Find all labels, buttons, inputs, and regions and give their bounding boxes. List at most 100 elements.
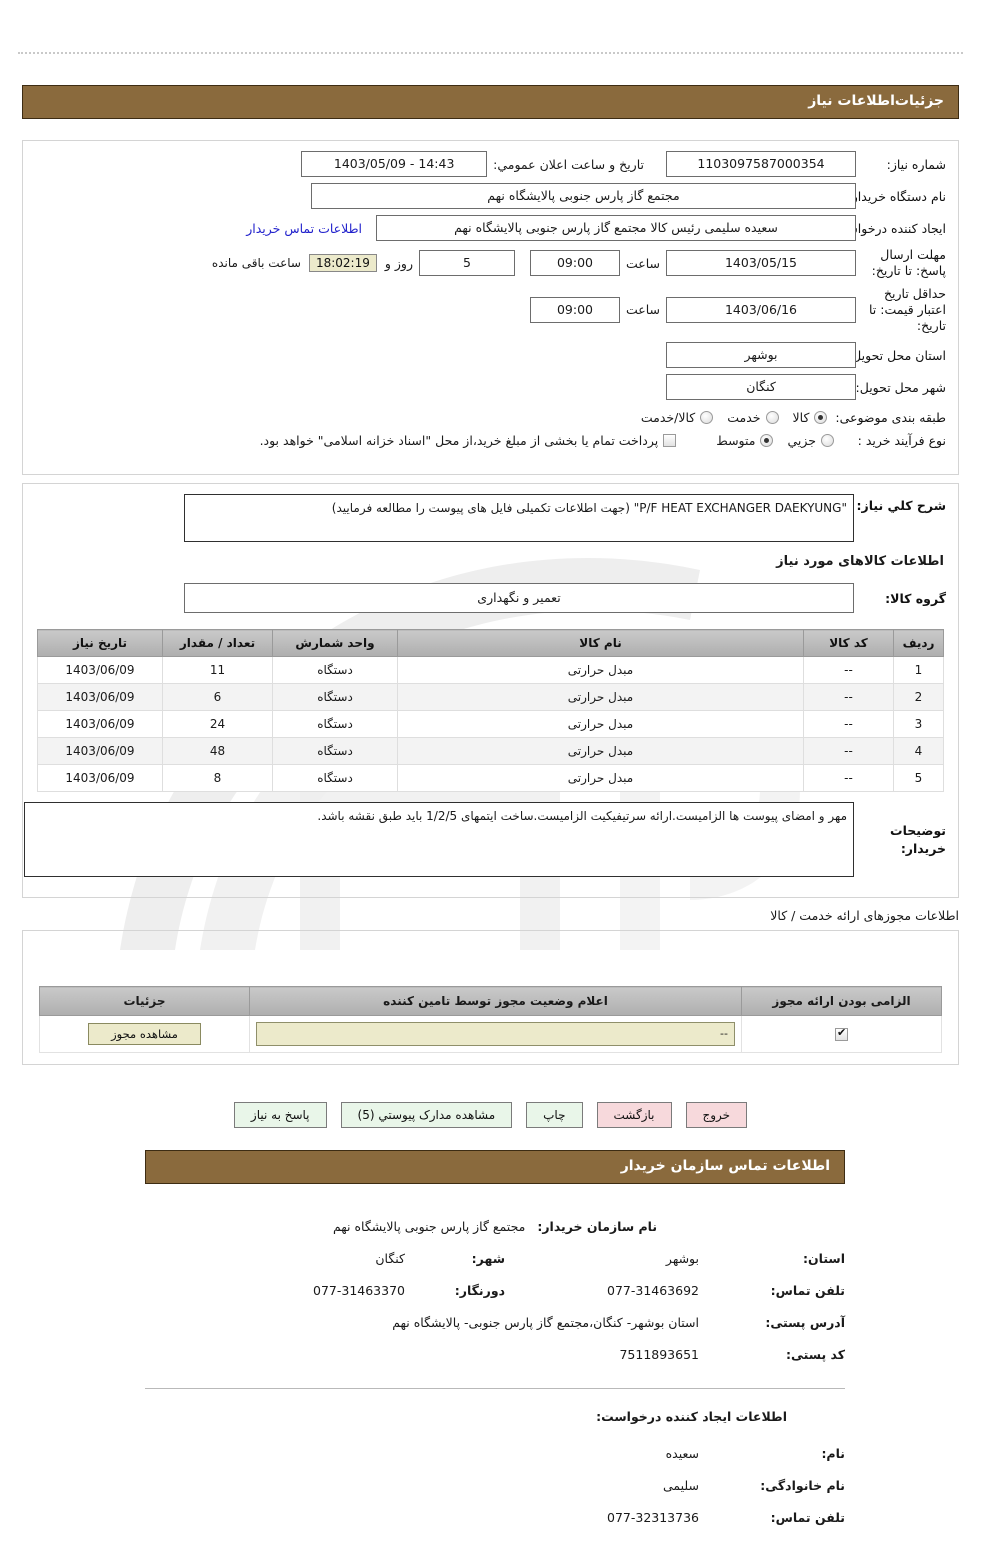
deadline-date: 1403/05/15 [666, 250, 856, 277]
category-option-kala-khedmat[interactable]: کالا/خدمت [640, 410, 714, 426]
cell-qty: 11 [162, 656, 273, 684]
print-button[interactable]: چاپ [526, 1102, 583, 1128]
city-value: کنگان [375, 1251, 405, 1266]
cell-qty: 48 [162, 737, 273, 765]
price-validity-label: حداقل تاریخ اعتبار قیمت: تا تاریخ: [868, 285, 946, 334]
permit-required-checkbox-icon[interactable] [835, 1026, 848, 1041]
buyer-contact-link[interactable]: اطلاعات تماس خریدار [246, 221, 362, 236]
creator-last-name-label: نام خانوادگی: [760, 1478, 845, 1493]
postal-label: کد پستی: [785, 1347, 845, 1362]
cell-unit: دستگاه [272, 656, 398, 684]
view-permit-button[interactable]: مشاهده مجوز [88, 1023, 201, 1045]
org-label: نام سازمان خریدار: [537, 1219, 658, 1234]
goods-group-label: گروه کالا: [885, 590, 946, 606]
radio-kala-khedmat-icon[interactable] [700, 411, 714, 425]
col-row: ردیف [893, 629, 944, 657]
postal-value: 7511893651 [619, 1347, 699, 1362]
category-option-kala-khedmat-label: کالا/خدمت [640, 410, 696, 426]
col-permit-details: جزئیات [39, 986, 250, 1016]
deadline-time: 09:00 [529, 250, 620, 277]
process-option-jozei[interactable]: جزيي [787, 433, 834, 448]
row-goods-group: گروه کالا: تعمیر و نگهداری [23, 569, 958, 613]
creator-section-title: اطلاعات ایجاد کننده درخواست: [596, 1409, 787, 1424]
row-buyer-notes: توضیحات خریدار: مهر و امضای پیوست ها الز… [23, 792, 958, 877]
category-option-kala[interactable]: کالا [793, 410, 828, 425]
back-button[interactable]: بازگشت [596, 1102, 672, 1128]
col-unit: واحد شمارش [272, 629, 398, 657]
cell-unit: دستگاه [272, 737, 398, 765]
col-qty: تعداد / مقدار [162, 629, 273, 657]
radio-kala-icon[interactable] [814, 411, 828, 425]
cell-qty: 8 [162, 764, 273, 792]
cell-permit-status: -- [249, 1015, 742, 1053]
cell-permit-details: مشاهده مجوز [39, 1015, 250, 1053]
row-need-number: شماره نیاز: 1103097587000354 تاریخ و ساع… [23, 141, 958, 177]
phone-label: تلفن تماس: [770, 1283, 845, 1298]
cell-code: -- [803, 683, 894, 711]
permits-title: اطلاعات مجوزهای ارائه خدمت / کالا [770, 908, 959, 923]
goods-group-value: تعمیر و نگهداری [184, 583, 854, 613]
creator-last-name-value: سلیمی [662, 1478, 699, 1493]
permit-status-field[interactable]: -- [256, 1022, 735, 1046]
cell-name: مبدل حرارتی [397, 656, 804, 684]
row-phone-fax: تلفن تماس: 077-31463692 دورنگار: 077-314… [145, 1283, 845, 1298]
city-value: کنگان [666, 374, 856, 401]
row-province: استان محل تحویل: بوشهر [23, 334, 958, 369]
exit-button[interactable]: خروج [685, 1102, 748, 1128]
creator-first-name-value: سعیده [665, 1446, 699, 1461]
process-option-motevaset[interactable]: متوسط [716, 433, 774, 449]
treasury-checkbox-option[interactable]: پرداخت تمام یا بخشی از مبلغ خرید،از محل … [260, 433, 677, 448]
fax-value: 077-31463370 [313, 1283, 405, 1298]
action-buttons: خروج بازگشت چاپ مشاهده مدارک پیوستي (5) … [22, 1102, 959, 1128]
process-option-jozei-label: جزيي [787, 433, 816, 449]
radio-jozei-icon[interactable] [821, 434, 834, 448]
col-code: کد کالا [803, 629, 894, 657]
announce-label: تاریخ و ساعت اعلان عمومي: [493, 156, 644, 172]
row-city: شهر محل تحویل: کنگان [23, 368, 958, 401]
treasury-checkbox-icon[interactable] [663, 434, 677, 448]
creator-phone-label: تلفن تماس: [770, 1510, 845, 1525]
category-option-khedmat[interactable]: خدمت [727, 410, 779, 425]
row-creator-last-name: نام خانوادگی: سلیمی [145, 1478, 845, 1493]
need-number-value: 1103097587000354 [666, 151, 856, 177]
category-label: طبقه بندی موضوعی: [835, 410, 946, 426]
price-validity-hour-label: ساعت [625, 302, 660, 318]
cell-row: 3 [893, 710, 944, 738]
row-category: طبقه بندی موضوعی: کالا خدمت کالا/خدمت [23, 400, 958, 425]
radio-motevaset-icon[interactable] [760, 434, 774, 448]
permit-table: الزامی بودن ارائه مجوز اعلام وضعیت مجوز … [39, 986, 942, 1053]
address-value: استان بوشهر- کنگان،مجتمع گاز پارس جنوبی-… [392, 1315, 699, 1330]
deadline-label: مهلت ارسال پاسخ: تا تاریخ: [871, 247, 946, 279]
buyer-notes-label: توضیحات خریدار: [890, 823, 946, 856]
radio-khedmat-icon[interactable] [765, 411, 779, 425]
view-attachments-button[interactable]: مشاهده مدارک پیوستي (5) [340, 1102, 513, 1128]
goods-table-wrap: ردیف کد کالا نام کالا واحد شمارش تعداد /… [23, 613, 958, 792]
creator-phone-value: 077-32313736 [607, 1510, 699, 1525]
creator-value: سعیده سلیمی رئیس کالا مجتمع گاز پارس جنو… [376, 215, 856, 241]
province-label: استان: [802, 1251, 845, 1266]
remaining-label: ساعت باقی مانده [211, 256, 301, 271]
cell-unit: دستگاه [272, 710, 398, 738]
cell-permit-required [741, 1015, 942, 1053]
category-option-kala-label: کالا [792, 410, 810, 426]
price-validity-time: 09:00 [529, 296, 620, 323]
goods-table-body: 1 -- مبدل حرارتی دستگاه 11 1403/06/09 2 … [37, 656, 944, 792]
table-row: 1 -- مبدل حرارتی دستگاه 11 1403/06/09 [37, 656, 944, 684]
table-row: -- مشاهده مجوز [39, 1015, 942, 1053]
process-option-motevaset-label: متوسط [716, 433, 756, 449]
top-divider [18, 52, 963, 54]
respond-to-need-button[interactable]: پاسخ به نیاز [233, 1102, 327, 1128]
treasury-checkbox-label: پرداخت تمام یا بخشی از مبلغ خرید،از محل … [259, 433, 659, 449]
deadline-days: 5 [418, 250, 515, 277]
price-validity-date: 1403/06/16 [666, 296, 856, 323]
cell-name: مبدل حرارتی [397, 710, 804, 738]
cell-unit: دستگاه [272, 764, 398, 792]
cell-code: -- [803, 656, 894, 684]
permit-table-body: -- مشاهده مجوز [39, 1015, 942, 1053]
cell-date: 1403/06/09 [37, 710, 163, 738]
cell-row: 2 [893, 683, 944, 711]
cell-name: مبدل حرارتی [397, 737, 804, 765]
cell-date: 1403/06/09 [37, 764, 163, 792]
cell-row: 5 [893, 764, 944, 792]
table-row: 2 -- مبدل حرارتی دستگاه 6 1403/06/09 [37, 683, 944, 711]
